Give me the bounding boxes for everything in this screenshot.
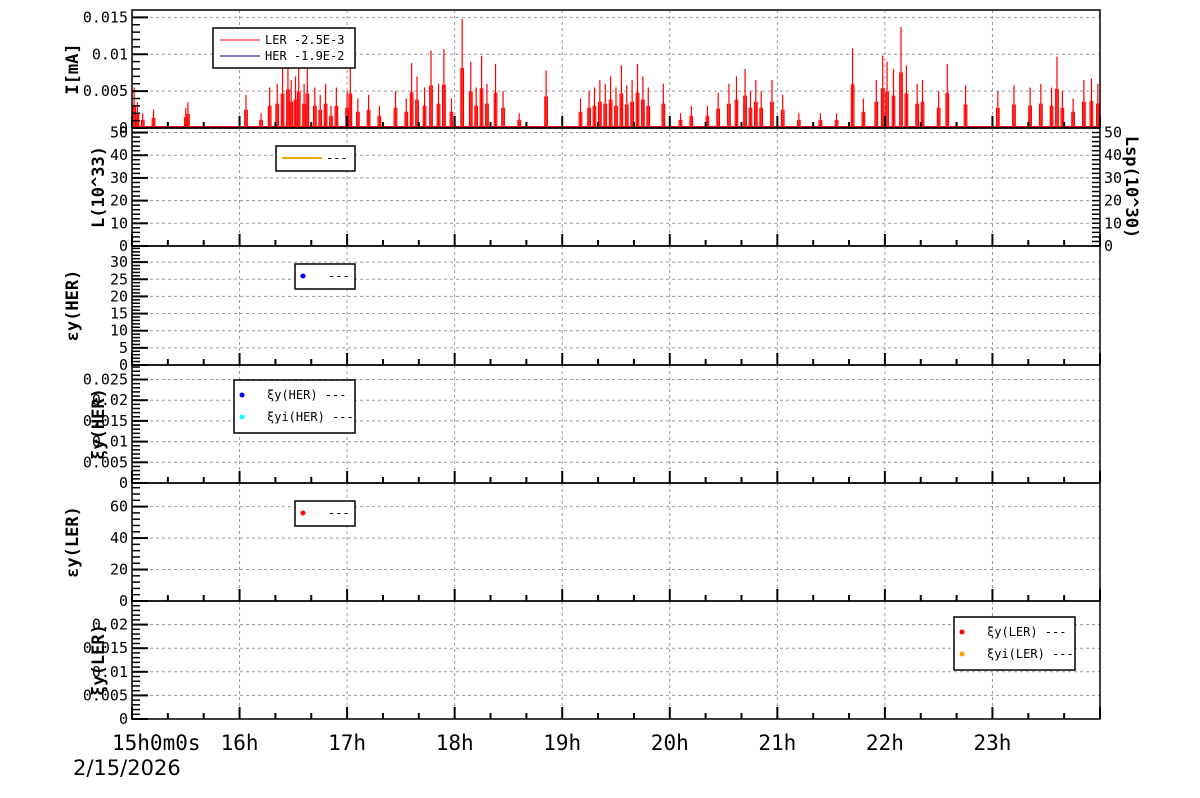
y-tick-label-right: 30 [1104,169,1122,187]
y-tick-label: 25 [110,270,128,288]
y-tick-label: 0 [119,592,128,610]
y-axis-label-right: Lsp(10^30) [1121,136,1141,238]
y-tick-label: 40 [110,146,128,164]
y-tick-label: 0.005 [83,82,128,100]
panel-3: 051015202530εy(HER) --- [63,245,1101,374]
y-axis-label: εy(HER) [63,270,83,342]
legend-label: ξy(LER) --- [987,625,1066,639]
y-tick-label-right: 20 [1104,192,1122,210]
y-tick-label: 10 [110,214,128,232]
x-tick-label: 23h [973,731,1011,755]
legend-marker [239,414,245,420]
panel-4: 00.0050.010.0150.020.025ξy(HER) ξy(HER) -… [83,364,1101,492]
y-tick-label: 30 [110,253,128,271]
panel-5: 0 20 40 60 εy(LER) --- [63,482,1101,610]
y-tick-label: 20 [110,287,128,305]
y-tick-label: 0.025 [83,370,128,388]
y-axis-label: εy(LER) [63,506,83,578]
panel-6: 00.0050.010.0150.02ξy(LER) ξy(LER) ---ξyi… [83,600,1101,728]
legend-marker [959,651,965,657]
y-tick-label: 60 [110,498,128,516]
x-date-label: 2/15/2026 [73,756,181,780]
x-tick-label: 20h [651,731,689,755]
y-tick-label: 15 [110,305,128,323]
legend-marker [239,392,245,398]
x-tick-label: 22h [866,731,904,755]
legend-marker [300,510,306,516]
x-tick-label: 16h [221,731,259,755]
legend-label: --- [328,269,350,283]
panel-frame [131,482,1101,602]
y-tick-label: 20 [110,192,128,210]
y-tick-label: 0 [119,474,128,492]
legend-label: LER -2.5E-3 [265,33,344,47]
panel-frame [131,245,1101,366]
y-tick-label-right: 50 [1104,124,1122,142]
y-tick-label: 20 [110,561,128,579]
multi-panel-chart: 0 0.005 0.01 0.015I[mA] LER -2.5E-3 HER -1.9E… [63,8,1141,755]
chart-canvas: 0 0.005 0.01 0.015 I[mA] LER -2.5E-3 HER -1.9E… [0,0,1200,798]
y-axis-label: L(10^33) [89,146,109,228]
y-tick-label: 40 [110,529,128,547]
legend-label: ξyi(HER) --- [267,410,354,424]
y-tick-label-right: 0 [1104,237,1113,255]
y-axis-label: ξy(HER) [89,388,109,460]
legend-marker [959,629,965,635]
y-tick-label-right: 40 [1104,146,1122,164]
legend-label: --- [328,506,350,520]
y-tick-label: 10 [110,322,128,340]
legend-marker [300,273,306,279]
panel-2: 0 010 1020 2030 3040 4050 50L(10^33) Lsp(10^30)… [89,124,1141,255]
y-tick-label: 0 [119,710,128,728]
y-tick-label: 50 [110,124,128,142]
y-axis-label: I[mA] [63,43,83,94]
x-tick-label: 21h [758,731,796,755]
legend-label: --- [326,151,348,165]
legend-label: ξy(HER) --- [267,388,346,402]
y-tick-label: 0.01 [92,45,128,63]
y-tick-label-right: 10 [1104,214,1122,232]
x-tick-label: 17h [328,731,366,755]
y-tick-label: 5 [119,339,128,357]
y-tick-label: 30 [110,169,128,187]
legend-label: ξyi(LER) --- [987,647,1074,661]
legend-label: HER -1.9E-2 [265,49,344,63]
x-tick-label: 15h0m0s [112,731,201,755]
panel-1: 00.0050.010.015I[mA]LER -2.5E-3HER -1.9E… [63,8,1101,137]
x-tick-label: 19h [543,731,581,755]
x-tick-label: 18h [436,731,474,755]
y-axis-label: ξy(LER) [89,624,109,696]
y-tick-label: 0.015 [83,8,128,26]
